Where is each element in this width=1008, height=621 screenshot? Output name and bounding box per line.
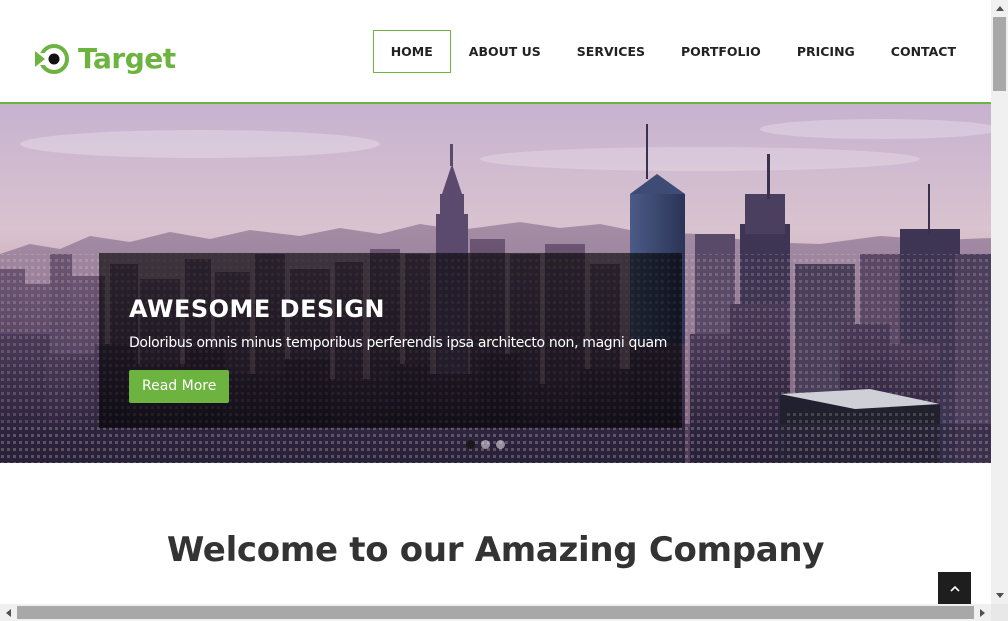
- nav-pricing[interactable]: PRICING: [779, 30, 873, 73]
- hero-slider: AWESOME DESIGN Doloribus omnis minus tem…: [0, 104, 991, 463]
- vertical-scrollbar[interactable]: [991, 0, 1008, 604]
- scroll-down-arrow-icon[interactable]: [991, 587, 1008, 604]
- chevron-up-icon: [949, 585, 960, 592]
- target-logo-icon: [34, 44, 69, 74]
- nav-services[interactable]: SERVICES: [559, 30, 663, 73]
- page-viewport: Target HOME ABOUT US SERVICES PORTFOLIO …: [0, 0, 991, 604]
- slide-text: Doloribus omnis minus temporibus perfere…: [129, 335, 668, 351]
- scrollbar-corner: [991, 604, 1008, 621]
- scroll-up-arrow-icon[interactable]: [991, 0, 1008, 17]
- slider-dot-2[interactable]: [481, 440, 490, 449]
- slide-caption: AWESOME DESIGN Doloribus omnis minus tem…: [99, 253, 682, 428]
- nav-contact[interactable]: CONTACT: [873, 30, 974, 73]
- nav-home[interactable]: HOME: [372, 30, 451, 73]
- scroll-right-arrow-icon[interactable]: [974, 604, 991, 621]
- site-header: Target HOME ABOUT US SERVICES PORTFOLIO …: [0, 0, 991, 104]
- slider-indicators: [466, 440, 505, 449]
- slider-dot-3[interactable]: [496, 440, 505, 449]
- read-more-button[interactable]: Read More: [129, 370, 230, 403]
- scroll-left-arrow-icon[interactable]: [0, 604, 17, 621]
- slide-title: AWESOME DESIGN: [129, 295, 385, 323]
- main-nav: HOME ABOUT US SERVICES PORTFOLIO PRICING…: [372, 30, 974, 73]
- vertical-scroll-thumb[interactable]: [993, 17, 1006, 91]
- nav-portfolio[interactable]: PORTFOLIO: [663, 30, 779, 73]
- logo[interactable]: Target: [34, 42, 176, 76]
- horizontal-scroll-thumb[interactable]: [17, 606, 974, 619]
- brand-name: Target: [78, 42, 176, 75]
- welcome-heading: Welcome to our Amazing Company: [166, 530, 825, 570]
- back-to-top-button[interactable]: [938, 572, 971, 604]
- horizontal-scrollbar[interactable]: [0, 604, 991, 621]
- slider-dot-1[interactable]: [466, 440, 475, 449]
- nav-about-us[interactable]: ABOUT US: [451, 30, 559, 73]
